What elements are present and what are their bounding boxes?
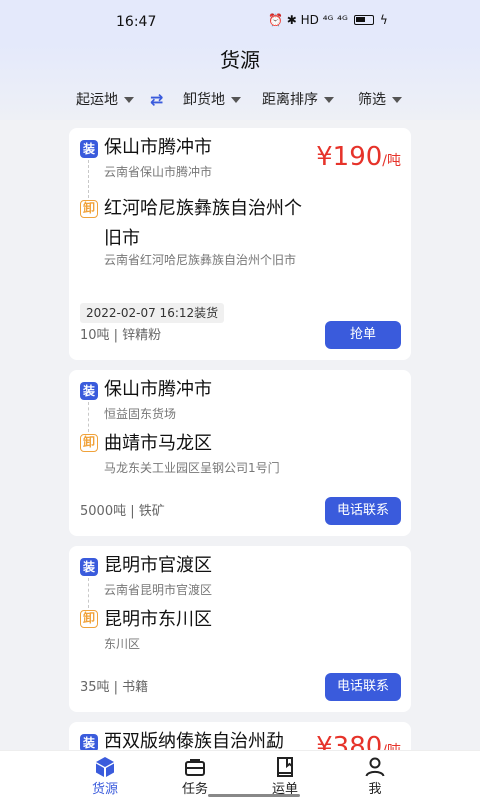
cargo-info: 35吨 | 书籍 xyxy=(80,680,149,695)
user-icon xyxy=(365,757,385,777)
goods-card[interactable]: 装 卸 保山市腾冲市 恒益固东货场 曲靖市马龙区 马龙东关工业园区呈钢公司1号门… xyxy=(69,370,411,536)
dropdown-arrow-icon xyxy=(231,97,241,103)
from-address: 恒益固东货场 xyxy=(104,407,177,421)
status-indicator-icons: ⏰ ✱ HD ⁴ᴳ ⁴ᴳ xyxy=(268,13,348,27)
unload-tag-icon: 卸 xyxy=(80,610,98,628)
origin-filter-label: 起运地 xyxy=(76,92,118,108)
to-address: 东川区 xyxy=(104,637,141,651)
sort-filter[interactable]: 距离排序 xyxy=(262,88,334,112)
to-city: 昆明市东川区 xyxy=(104,609,212,630)
tab-me[interactable]: 我 xyxy=(345,751,405,800)
load-tag-icon: 装 xyxy=(80,734,98,750)
from-city: 西双版纳傣族自治州勐 xyxy=(104,731,284,750)
goods-card[interactable]: 装 卸 保山市腾冲市 云南省保山市腾冲市 ¥190/吨 红河哈尼族彝族自治州个旧… xyxy=(69,128,411,360)
from-city: 保山市腾冲市 xyxy=(104,379,212,400)
status-bar: 16:47 ⏰ ✱ HD ⁴ᴳ ⁴ᴳ ϟ xyxy=(0,0,480,44)
origin-filter[interactable]: 起运地 xyxy=(76,88,134,112)
load-tag-icon: 装 xyxy=(80,558,98,576)
screen-filter[interactable]: 筛选 xyxy=(358,88,402,112)
price-value: ¥380 xyxy=(316,732,383,750)
tab-tasks[interactable]: 任务 xyxy=(165,751,225,800)
to-city: 曲靖市马龙区 xyxy=(104,433,212,454)
home-indicator xyxy=(208,794,300,797)
grab-order-button[interactable]: 抢单 xyxy=(325,321,401,349)
from-city: 保山市腾冲市 xyxy=(104,137,212,158)
charging-icon: ϟ xyxy=(379,13,388,27)
page-title: 货源 xyxy=(220,48,260,72)
call-button[interactable]: 电话联系 xyxy=(325,673,401,701)
cube-icon xyxy=(96,757,114,777)
goods-card[interactable]: 装 卸 昆明市官渡区 云南省昆明市官渡区 昆明市东川区 东川区 35吨 | 书籍… xyxy=(69,546,411,712)
to-address: 马龙东关工业园区呈钢公司1号门 xyxy=(104,461,280,475)
goods-card[interactable]: 装 西双版纳傣族自治州勐 ¥380/吨 xyxy=(69,722,411,750)
price-unit: /吨 xyxy=(382,153,401,169)
tab-waybill[interactable]: 运单 xyxy=(255,751,315,800)
route-line xyxy=(88,160,89,198)
briefcase-icon xyxy=(185,759,205,776)
cargo-info: 10吨 | 锌精粉 xyxy=(80,328,162,343)
waybill-icon xyxy=(277,757,293,777)
price: ¥380/吨 xyxy=(316,732,401,750)
status-icons: ⏰ ✱ HD ⁴ᴳ ⁴ᴳ ϟ xyxy=(268,13,388,27)
cargo-info: 5000吨 | 铁矿 xyxy=(80,504,165,519)
dropdown-arrow-icon xyxy=(124,97,134,103)
from-city: 昆明市官渡区 xyxy=(104,555,212,576)
tab-bar: 货源 任务 运单 我 xyxy=(0,750,480,800)
call-button[interactable]: 电话联系 xyxy=(325,497,401,525)
header: 货源 起运地 ⇄ 卸货地 距离排序 筛选 xyxy=(0,44,480,120)
to-address: 云南省红河哈尼族彝族自治州个旧市 xyxy=(104,253,297,267)
route-line xyxy=(88,578,89,608)
price-value: ¥190 xyxy=(316,142,383,172)
tab-me-label: 我 xyxy=(368,782,382,797)
tab-goods-label: 货源 xyxy=(91,782,118,797)
filter-bar: 起运地 ⇄ 卸货地 距离排序 筛选 xyxy=(0,88,480,112)
to-city: 红河哈尼族彝族自治州个旧市 xyxy=(104,198,302,249)
from-address: 云南省保山市腾冲市 xyxy=(104,165,213,179)
dropdown-arrow-icon xyxy=(324,97,334,103)
unload-tag-icon: 卸 xyxy=(80,200,98,218)
dropdown-arrow-icon xyxy=(392,97,402,103)
load-tag-icon: 装 xyxy=(80,382,98,400)
price: ¥190/吨 xyxy=(316,142,401,176)
sort-filter-label: 距离排序 xyxy=(262,92,318,108)
swap-icon[interactable]: ⇄ xyxy=(150,90,168,110)
destination-filter[interactable]: 卸货地 xyxy=(183,88,241,112)
load-time: 2022-02-07 16:12装货 xyxy=(80,303,225,323)
tab-goods[interactable]: 货源 xyxy=(75,751,135,800)
screen-filter-label: 筛选 xyxy=(358,92,386,108)
from-address: 云南省昆明市官渡区 xyxy=(104,583,213,597)
unload-tag-icon: 卸 xyxy=(80,434,98,452)
battery-icon xyxy=(353,15,374,25)
status-time: 16:47 xyxy=(116,14,157,30)
goods-list[interactable]: 装 卸 保山市腾冲市 云南省保山市腾冲市 ¥190/吨 红河哈尼族彝族自治州个旧… xyxy=(0,120,480,750)
destination-filter-label: 卸货地 xyxy=(183,92,225,108)
price-unit: /吨 xyxy=(382,743,401,750)
load-tag-icon: 装 xyxy=(80,140,98,158)
route-line xyxy=(88,402,89,432)
